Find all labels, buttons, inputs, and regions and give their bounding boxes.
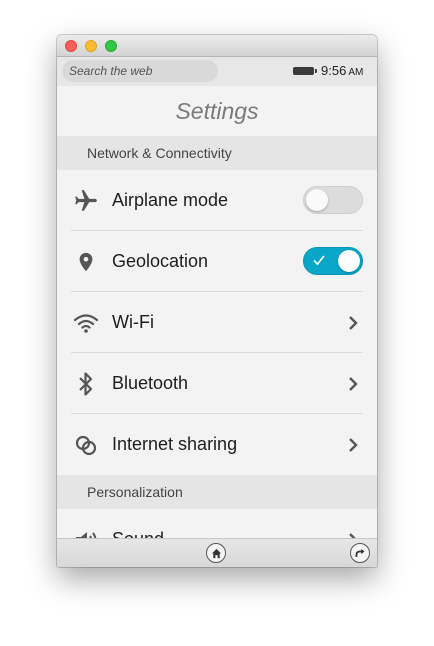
toggle-knob [338,250,360,272]
home-icon [211,548,221,558]
rotate-icon [355,549,365,557]
settings-row-geolocation[interactable]: Geolocation [71,231,363,292]
window-titlebar [57,35,377,57]
settings-row-label: Geolocation [112,251,209,271]
settings-row-wifi[interactable]: Wi-Fi [71,292,363,353]
battery-icon [293,67,317,75]
section-header-network: Network & Connectivity [57,136,377,170]
check-icon [313,255,325,266]
section-header-personalization: Personalization [57,475,377,509]
device-window: Search the web 9:56 AM Settings Network &… [57,35,377,567]
home-button[interactable] [206,543,226,563]
chevron-right-icon [343,414,363,475]
settings-header: Settings [57,86,377,136]
link-icon [71,414,101,475]
window-minimize-button[interactable] [85,40,97,52]
status-bar: Search the web 9:56 AM [57,57,377,86]
settings-row-internet-sharing[interactable]: Internet sharing [71,414,363,475]
settings-row-label: Airplane mode [112,190,229,210]
bluetooth-icon [71,353,101,414]
settings-row-label: Bluetooth [112,373,189,393]
chevron-right-icon [343,353,363,414]
settings-row-airplane-mode[interactable]: Airplane mode [71,170,363,231]
window-close-button[interactable] [65,40,77,52]
window-zoom-button[interactable] [105,40,117,52]
rotate-button[interactable] [350,543,370,563]
wifi-icon [71,292,101,353]
airplane-icon [71,170,101,231]
status-clock: 9:56 AM [321,63,363,78]
toggle-knob [306,189,328,211]
location-pin-icon [71,231,101,292]
bottom-toolbar [57,538,377,567]
settings-row-label: Internet sharing [112,434,238,454]
geolocation-toggle[interactable] [303,247,363,275]
clock-time: 9:56 [321,63,347,78]
search-input[interactable]: Search the web [62,60,218,82]
settings-row-label: Wi-Fi [112,312,154,332]
page-title: Settings [175,98,259,124]
airplane-mode-toggle[interactable] [303,186,363,214]
clock-ampm: AM [348,67,364,78]
settings-row-bluetooth[interactable]: Bluetooth [71,353,363,414]
chevron-right-icon [343,292,363,353]
